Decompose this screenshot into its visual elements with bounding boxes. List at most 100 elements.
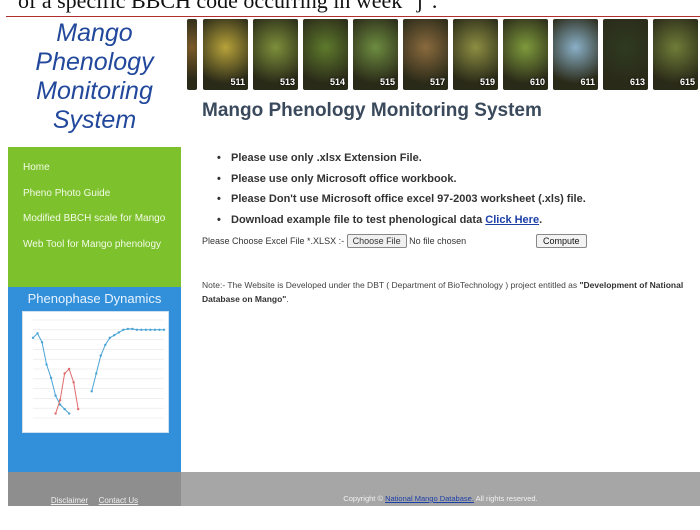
data-point <box>49 376 53 380</box>
data-point <box>149 328 152 331</box>
data-point <box>113 333 116 337</box>
copyright-prefix: Copyright © <box>343 494 386 503</box>
instruction-text: Please use only .xlsx Extension File. <box>231 152 422 164</box>
note-end: . <box>286 294 289 304</box>
list-item: • Download example file to test phenologi… <box>217 213 543 226</box>
data-point <box>122 328 125 331</box>
data-point <box>45 363 48 366</box>
copyright-suffix: All rights reserved. <box>473 494 538 503</box>
series-line <box>55 368 79 414</box>
data-point <box>31 336 35 340</box>
instruction-list: • Please use only .xlsx Extension File. •… <box>217 148 586 230</box>
bbch-code-label: 515 <box>379 77 395 87</box>
file-label: Please Choose Excel File *.XLSX :- <box>202 236 345 246</box>
data-point <box>117 331 121 334</box>
data-point <box>36 332 39 335</box>
phenophase-chart-svg <box>31 319 166 419</box>
bbch-code-label: 519 <box>479 77 495 87</box>
page-caption: of a specific BBCH code occurring in wee… <box>0 0 700 16</box>
logo-line-3: Monitoring <box>36 77 153 105</box>
phenology-photo-strip: 511 513 514 515 517 519 610 611 613 615 <box>187 17 700 90</box>
logo-line-1: Mango <box>56 19 133 47</box>
choose-file-button[interactable]: Choose File <box>346 234 407 248</box>
sidebar-item-bbch-scale[interactable]: Modified BBCH scale for Mango <box>8 206 181 232</box>
bbch-code-label: 610 <box>529 77 545 87</box>
phenology-photo[interactable]: 514 <box>303 19 348 90</box>
national-mango-database-link[interactable]: National Mango Database. <box>385 494 474 503</box>
data-point <box>140 328 143 331</box>
phenophase-chart[interactable] <box>22 311 169 433</box>
compute-button[interactable]: Compute <box>536 234 587 248</box>
file-upload-row: Please Choose Excel File *.XLSX :- Choos… <box>202 234 466 248</box>
project-note: Note:- The Website is Developed under th… <box>202 278 692 306</box>
phenology-photo[interactable]: 611 <box>553 19 598 90</box>
phenology-photo[interactable]: 610 <box>503 19 548 90</box>
phenology-photo[interactable]: 513 <box>253 19 298 90</box>
download-example-link[interactable]: Click Here <box>485 214 539 226</box>
bbch-code-label: 511 <box>230 77 245 87</box>
data-point <box>95 372 98 375</box>
page-title: Mango Phenology Monitoring System <box>202 100 542 121</box>
site-logo[interactable]: Mango Phenology Monitoring System <box>8 17 181 147</box>
bbch-code-label: 615 <box>679 77 695 87</box>
sidebar-item-pheno-photo-guide[interactable]: Pheno Photo Guide <box>8 181 181 207</box>
list-item: • Please Don't use Microsoft office excel… <box>217 193 586 205</box>
data-point <box>90 390 93 393</box>
phenology-photo[interactable]: 613 <box>603 19 648 90</box>
data-point <box>135 328 139 331</box>
phenology-photo[interactable]: 615 <box>653 19 698 90</box>
instruction-text: Download example file to test phenologic… <box>231 213 486 226</box>
phenophase-dynamics-panel: Phenophase Dynamics <box>8 287 181 472</box>
data-point <box>126 327 130 331</box>
phenology-photo[interactable] <box>187 19 197 90</box>
copyright: Copyright © National Mango Database. All… <box>181 494 700 503</box>
bbch-code-label: 613 <box>629 77 645 87</box>
phenology-photo[interactable]: 515 <box>353 19 398 90</box>
phenophase-dynamics-title: Phenophase Dynamics <box>27 291 162 306</box>
logo-line-2: Phenology <box>35 48 154 76</box>
list-item: • Please use only .xlsx Extension File. <box>217 152 422 164</box>
data-point <box>63 407 66 411</box>
logo-line-4: System <box>52 106 137 134</box>
data-point <box>54 412 57 415</box>
sidebar-item-home[interactable]: Home <box>8 155 181 181</box>
bbch-code-label: 514 <box>329 77 345 87</box>
data-point <box>131 327 134 331</box>
data-point <box>158 328 161 331</box>
data-point <box>40 341 44 344</box>
sidebar: Mango Phenology Monitoring System Home P… <box>8 17 181 472</box>
bbch-code-label: 513 <box>279 77 295 87</box>
list-item: • Please use only Microsoft office workbo… <box>217 172 457 185</box>
file-status: No file chosen <box>409 236 467 246</box>
data-point <box>153 328 157 331</box>
data-point <box>67 367 71 371</box>
data-point <box>67 412 71 415</box>
footer: Disclaimer Contact Us Copyright © Nation… <box>8 472 700 506</box>
phenology-photo[interactable]: 517 <box>403 19 448 90</box>
data-point <box>54 394 57 397</box>
data-point <box>144 328 148 331</box>
data-point <box>76 407 80 411</box>
data-point <box>72 381 75 384</box>
sidebar-item-web-tool[interactable]: Web Tool for Mango phenology <box>8 232 181 258</box>
series-line <box>91 328 164 392</box>
instruction-text: Please Don't use Microsoft office excel … <box>231 193 586 205</box>
phenology-photo[interactable]: 511 <box>203 19 248 90</box>
footer-links: Disclaimer Contact Us <box>8 472 181 506</box>
data-point <box>63 372 66 375</box>
data-point <box>162 328 166 331</box>
phenology-photo[interactable]: 519 <box>453 19 498 90</box>
bbch-code-label: 517 <box>429 77 445 87</box>
data-point <box>99 354 102 357</box>
instruction-end: . <box>539 213 543 226</box>
sidebar-nav: Home Pheno Photo Guide Modified BBCH sca… <box>8 147 181 287</box>
caption-text: of a specific BBCH code occurring in wee… <box>18 0 438 13</box>
contact-us-link[interactable]: Contact Us <box>99 496 139 505</box>
data-point <box>58 398 62 402</box>
main-content: Mango Phenology Monitoring System • Pleas… <box>187 90 700 470</box>
data-point <box>104 343 107 347</box>
instruction-text: Please use only Microsoft office workboo… <box>231 172 457 185</box>
disclaimer-link[interactable]: Disclaimer <box>51 496 88 505</box>
bbch-code-label: 611 <box>580 77 595 87</box>
note-text: Note:- The Website is Developed under th… <box>202 280 580 290</box>
